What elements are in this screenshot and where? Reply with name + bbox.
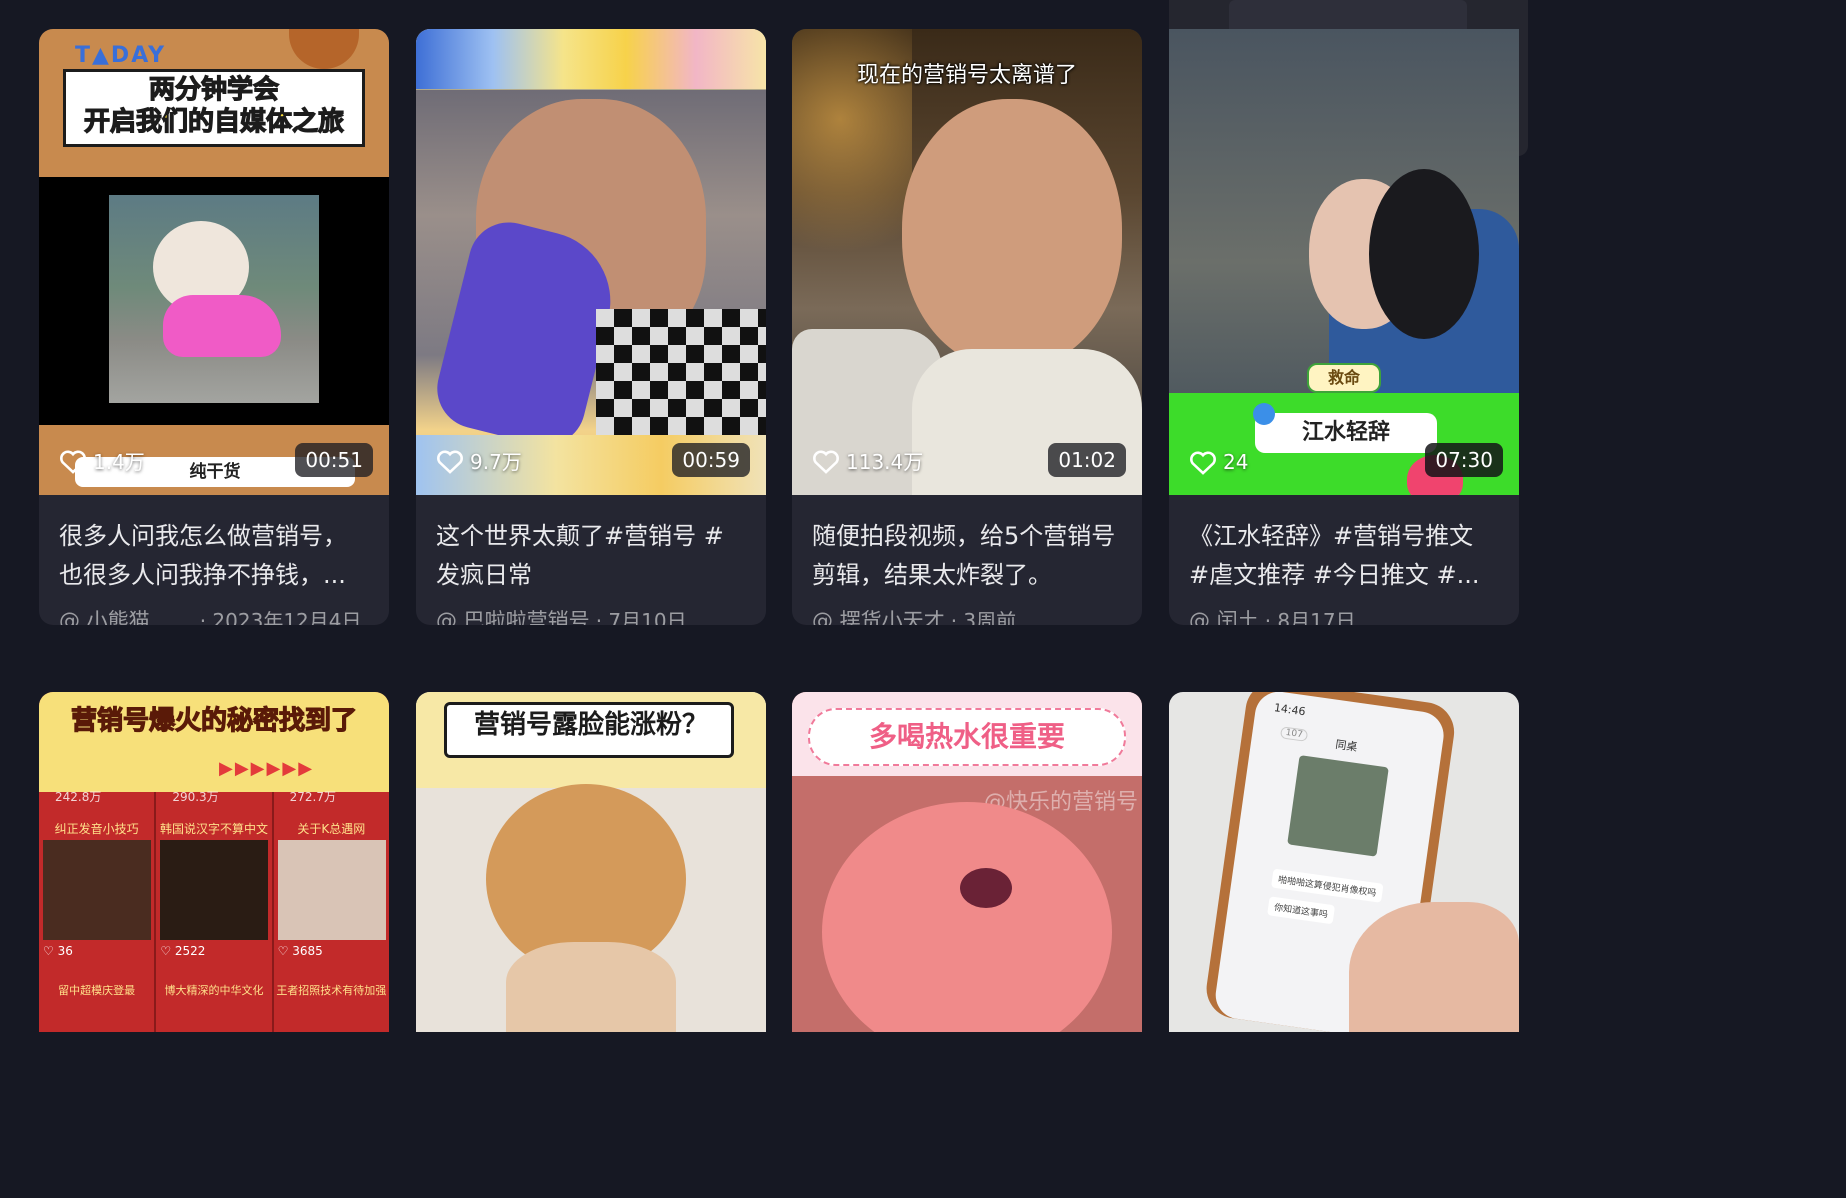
grid-cell-footer: 王者招照技术有待加强 xyxy=(276,984,387,997)
phone-time: 14:46 xyxy=(1273,701,1307,719)
post-date: · 2023年12月4日 xyxy=(199,609,362,625)
video-card[interactable]: 救命 江水轻辞 24 07:30 《江水轻辞》#营销号推文 #虐文推荐 #今日推… xyxy=(1169,29,1519,625)
author-name[interactable]: @ 巴啦啦营销号 xyxy=(436,605,590,625)
video-card[interactable]: 多喝热水很重要 @快乐的营销号 xyxy=(792,692,1142,1032)
video-card[interactable]: T▲DAY 两分钟学会 开启我们的自媒体之旅 纯干货 1.4万 00:51 很多… xyxy=(39,29,389,625)
video-card[interactable]: 营销号露脸能涨粉？ xyxy=(416,692,766,1032)
card-meta: @ 巴啦啦营销号 · 7月10日 xyxy=(436,605,746,625)
video-thumbnail[interactable]: T▲DAY 两分钟学会 开启我们的自媒体之旅 纯干货 1.4万 00:51 xyxy=(39,29,389,495)
author-name[interactable]: @ 小熊猫... xyxy=(59,605,170,625)
checkered-shirt xyxy=(596,309,766,439)
grid-cell-views: 272.7万 xyxy=(289,790,337,804)
heart-icon xyxy=(437,449,463,474)
video-title[interactable]: 随便拍段视频，给5个营销号剪辑，结果太炸裂了。 xyxy=(812,517,1122,595)
grid-cell: 242.8万 纠正发音小技巧 ♡ 36 留中超模庆登最 xyxy=(39,790,157,1032)
grid-cell: 290.3万 韩国说汉字不算中文 ♡ 2522 博大精深的中华文化 xyxy=(156,790,274,1032)
card-info: 很多人问我怎么做营销号，也很多人问我挣不挣钱，... @ 小熊猫... · 20… xyxy=(39,495,389,625)
post-date: · 8月17日 xyxy=(1264,609,1356,625)
card-info: 《江水轻辞》#营销号推文 #虐文推荐 #今日推文 #... @ 闰土 · 8月1… xyxy=(1169,495,1519,625)
grid-cell-label: 韩国说汉字不算中文 xyxy=(159,822,268,836)
like-count: 9.7万 xyxy=(436,446,522,475)
like-count-value: 113.4万 xyxy=(846,450,924,474)
thumb-grid: 242.8万 纠正发音小技巧 ♡ 36 留中超模庆登最 290.3万 韩国说汉字… xyxy=(39,790,389,1032)
like-count-value: 9.7万 xyxy=(470,450,522,474)
card-info: 这个世界太颠了#营销号 #发疯日常 @ 巴啦啦营销号 · 7月10日 xyxy=(416,495,766,625)
grid-cell-footer: 留中超模庆登最 xyxy=(58,984,136,997)
grid-cell-label: 关于K总遇网 xyxy=(297,822,366,836)
grid-cell-label: 纠正发音小技巧 xyxy=(54,822,139,836)
grid-cell-likes: ♡ 2522 xyxy=(160,944,206,958)
beaver-nose xyxy=(960,868,1012,908)
video-duration: 07:30 xyxy=(1425,443,1503,477)
video-duration: 00:59 xyxy=(672,443,750,477)
grid-cell-likes: ♡ 36 xyxy=(43,944,73,958)
grid-cell-footer: 博大精深的中华文化 xyxy=(164,984,264,997)
face-photo xyxy=(902,99,1122,369)
card-info: 随便拍段视频，给5个营销号剪辑，结果太炸裂了。 @ 摆货小天才 · 3周前 xyxy=(792,495,1142,625)
phone-video-msg xyxy=(1287,755,1389,857)
pin-icon xyxy=(1253,403,1275,425)
video-thumbnail[interactable]: 救命 江水轻辞 24 07:30 xyxy=(1169,29,1519,495)
grid-cell-image xyxy=(277,840,386,940)
cover-tag: 江水轻辞 xyxy=(1255,413,1437,453)
heart-icon xyxy=(813,449,839,474)
video-card[interactable]: 14:46 107 同桌 啪啪啪这算侵犯肖像权吗 你知道这事吗 xyxy=(1169,692,1519,1032)
card-meta: @ 小熊猫... · 2023年12月4日 xyxy=(59,605,369,625)
video-thumbnail[interactable]: 9.7万 00:59 xyxy=(416,29,766,495)
heart-icon xyxy=(1190,451,1216,475)
cover-title: 营销号露脸能涨粉？ xyxy=(473,710,709,740)
cover-brand: T▲DAY xyxy=(75,43,167,68)
card-meta: @ 摆货小天才 · 3周前 xyxy=(812,605,1122,625)
post-date: · 3周前 xyxy=(950,609,1017,625)
like-count-value: 24 xyxy=(1223,450,1249,474)
cover-title: 营销号爆火的秘密找到了 xyxy=(70,705,358,736)
cover-small-tag: 救命 xyxy=(1307,363,1381,393)
hand-shape xyxy=(1349,902,1519,1032)
video-card[interactable]: 营销号爆火的秘密找到了 ▶▶▶▶▶▶ 242.8万 纠正发音小技巧 ♡ 36 留… xyxy=(39,692,389,1032)
grid-cell-likes: ♡ 3685 xyxy=(277,944,323,958)
cartoon-beaver xyxy=(822,802,1112,1032)
dog-photo xyxy=(109,195,319,403)
like-count: 113.4万 xyxy=(812,446,923,475)
video-title[interactable]: 这个世界太颠了#营销号 #发疯日常 xyxy=(436,517,746,595)
cover-title-line: 开启我们的自媒体之旅 xyxy=(83,106,345,137)
card-meta: @ 闰土 · 8月17日 xyxy=(1189,605,1499,625)
phone-msg: 啪啪啪这算侵犯肖像权吗 xyxy=(1271,868,1384,903)
hair-shape xyxy=(1369,169,1479,339)
like-count: 24 xyxy=(1189,449,1248,475)
author-name[interactable]: @ 闰土 xyxy=(1189,605,1259,625)
grid-cell-views: 290.3万 xyxy=(172,790,219,804)
grid-cell-image xyxy=(160,840,269,940)
grid-cell: 272.7万 关于K总遇网 ♡ 3685 王者招照技术有待加强 xyxy=(274,790,389,1032)
like-count-value: 1.4万 xyxy=(93,450,145,474)
video-card[interactable]: 9.7万 00:59 这个世界太颠了#营销号 #发疯日常 @ 巴啦啦营销号 · … xyxy=(416,29,766,625)
video-title[interactable]: 很多人问我怎么做营销号，也很多人问我挣不挣钱，... xyxy=(59,517,369,595)
heart-icon xyxy=(60,449,86,474)
phone-msg: 你知道这事吗 xyxy=(1267,896,1336,925)
like-count: 1.4万 xyxy=(59,446,145,475)
video-duration: 00:51 xyxy=(295,443,373,477)
plush-body xyxy=(506,942,676,1032)
dog-dress xyxy=(163,295,281,357)
post-date: · 7月10日 xyxy=(595,609,687,625)
anime-strip-top xyxy=(416,29,766,89)
grid-cell-views: 242.8万 xyxy=(55,790,102,804)
cover-title: 多喝热水很重要 xyxy=(868,720,1066,753)
grid-cell-image xyxy=(43,840,151,940)
video-thumbnail[interactable]: 现在的营销号太离谱了 113.4万 01:02 xyxy=(792,29,1142,495)
author-name[interactable]: @ 摆货小天才 xyxy=(812,605,945,625)
arrow-strip: ▶▶▶▶▶▶ xyxy=(219,758,315,779)
cover-title-line: 两分钟学会 xyxy=(148,74,280,105)
video-card[interactable]: 现在的营销号太离谱了 113.4万 01:02 随便拍段视频，给5个营销号剪辑，… xyxy=(792,29,1142,625)
cover-caption: 现在的营销号太离谱了 xyxy=(856,63,1078,88)
video-duration: 01:02 xyxy=(1048,443,1126,477)
video-title[interactable]: 《江水轻辞》#营销号推文 #虐文推荐 #今日推文 #... xyxy=(1189,517,1499,595)
phone-chat-title: 同桌 xyxy=(1334,738,1359,754)
